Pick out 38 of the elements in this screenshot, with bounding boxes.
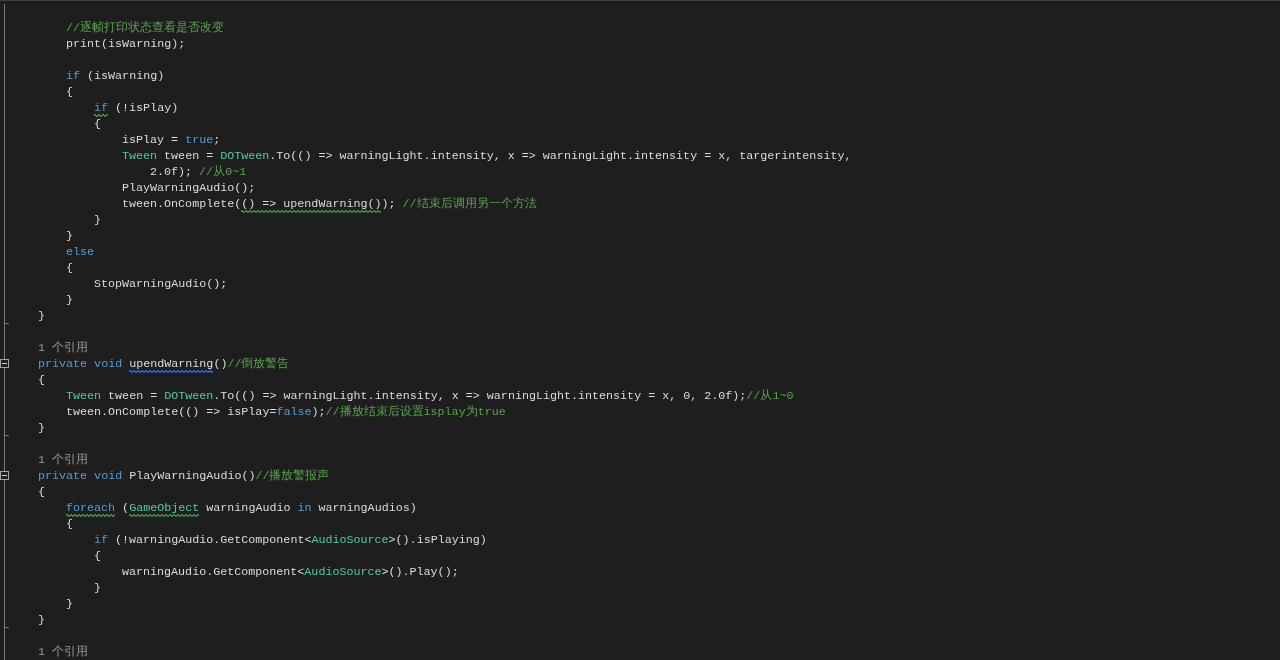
collapse-icon[interactable] [0, 359, 9, 368]
code-line: PlayWarningAudio(); [121, 180, 256, 196]
code-line: } [38, 612, 45, 628]
code-line: { [38, 484, 45, 500]
reference-count-link[interactable]: 1 个引用 [38, 340, 89, 356]
code-line: tween.OnComplete(() => isPlay=false);//播放结束后设置isplay为true [65, 404, 506, 420]
collapse-icon[interactable] [0, 471, 9, 480]
code-line: { [93, 548, 101, 564]
code-line: { [38, 372, 45, 388]
code-line: if (isWarning) [65, 68, 165, 84]
code-line: else [65, 244, 95, 260]
reference-count-link[interactable]: 1 个引用 [38, 644, 89, 660]
code-line: } [65, 228, 73, 244]
code-line: print(isWarning); [65, 36, 186, 52]
code-line: } [38, 420, 45, 436]
code-line: } [93, 580, 101, 596]
code-line: if (!warningAudio.GetComponent<AudioSource>().isPlaying) [93, 532, 487, 548]
code-line: { [93, 116, 101, 132]
code-line: StopWarningAudio(); [93, 276, 228, 292]
code-line: foreach (GameObject warningAudio in warningAudios) [65, 500, 417, 516]
code-line: { [65, 260, 73, 276]
reference-count-link[interactable]: 1 个引用 [38, 452, 89, 468]
code-line: private void PlayWarningAudio()//播放警报声 [38, 468, 330, 484]
code-line: isPlay = true; [121, 132, 221, 148]
code-line: private void upendWarning()//倒放警告 [38, 356, 290, 372]
code-line: Tween tween = DOTween.To(() => warningLight.intensity, x => warningLight.intensity = x, targerintensity, [121, 148, 852, 164]
code-line: } [93, 212, 101, 228]
code-line: { [65, 84, 73, 100]
code-line: warningAudio.GetComponent<AudioSource>().Play(); [121, 564, 459, 580]
code-line: } [65, 596, 73, 612]
code-line: tween.OnComplete(() => upendWarning()); //结束后调用另一个方法 [121, 196, 537, 212]
code-line: { [65, 516, 73, 532]
code-line: 2.0f); //从0~1 [149, 164, 247, 180]
code-line: if (!isPlay) [93, 100, 179, 116]
code-line: //逐帧打印状态查看是否改变 [65, 20, 225, 36]
code-line: } [65, 292, 73, 308]
code-line: Tween tween = DOTween.To(() => warningLight.intensity, x => warningLight.intensity = x, 0, 2.0f);//从1~0 [65, 388, 794, 404]
code-line: } [38, 308, 45, 324]
